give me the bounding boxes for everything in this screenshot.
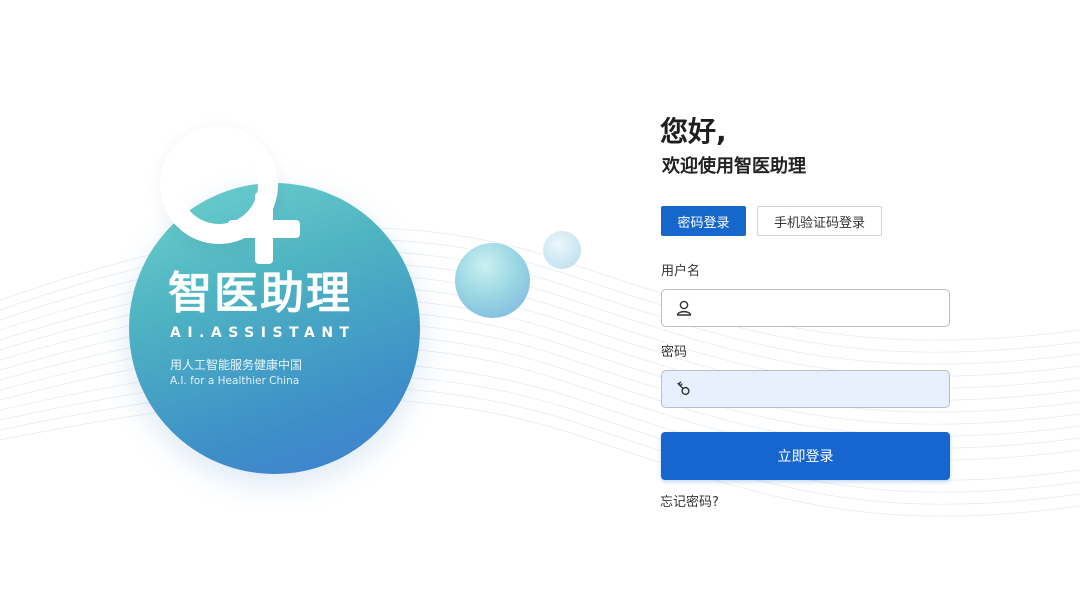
key-icon: [673, 378, 695, 400]
greeting-heading: 您好,: [660, 115, 727, 148]
tab-password-login[interactable]: 密码登录: [661, 206, 746, 236]
username-field[interactable]: [661, 289, 950, 327]
brand-slogan-cn: 用人工智能服务健康中国: [170, 358, 303, 372]
welcome-subheading: 欢迎使用智医助理: [662, 156, 806, 177]
tab-sms-login[interactable]: 手机验证码登录: [757, 206, 882, 236]
user-icon: [673, 297, 695, 319]
login-button[interactable]: 立即登录: [661, 432, 950, 480]
forgot-password-link[interactable]: 忘记密码?: [660, 491, 719, 510]
brand-title-en: AI.ASSISTANT: [170, 325, 356, 341]
decorative-bubble-small: [543, 231, 581, 269]
username-label: 用户名: [661, 264, 701, 279]
password-field[interactable]: [661, 370, 950, 408]
brand-slogan-en: A.I. for a Healthier China: [170, 375, 300, 387]
password-input[interactable]: [695, 370, 949, 408]
logo-plus-icon-bar: [228, 220, 300, 238]
brand-title: 智医助理: [168, 268, 352, 319]
username-input[interactable]: [695, 289, 949, 327]
password-label: 密码: [661, 345, 688, 360]
decorative-bubble-large: [455, 243, 530, 318]
